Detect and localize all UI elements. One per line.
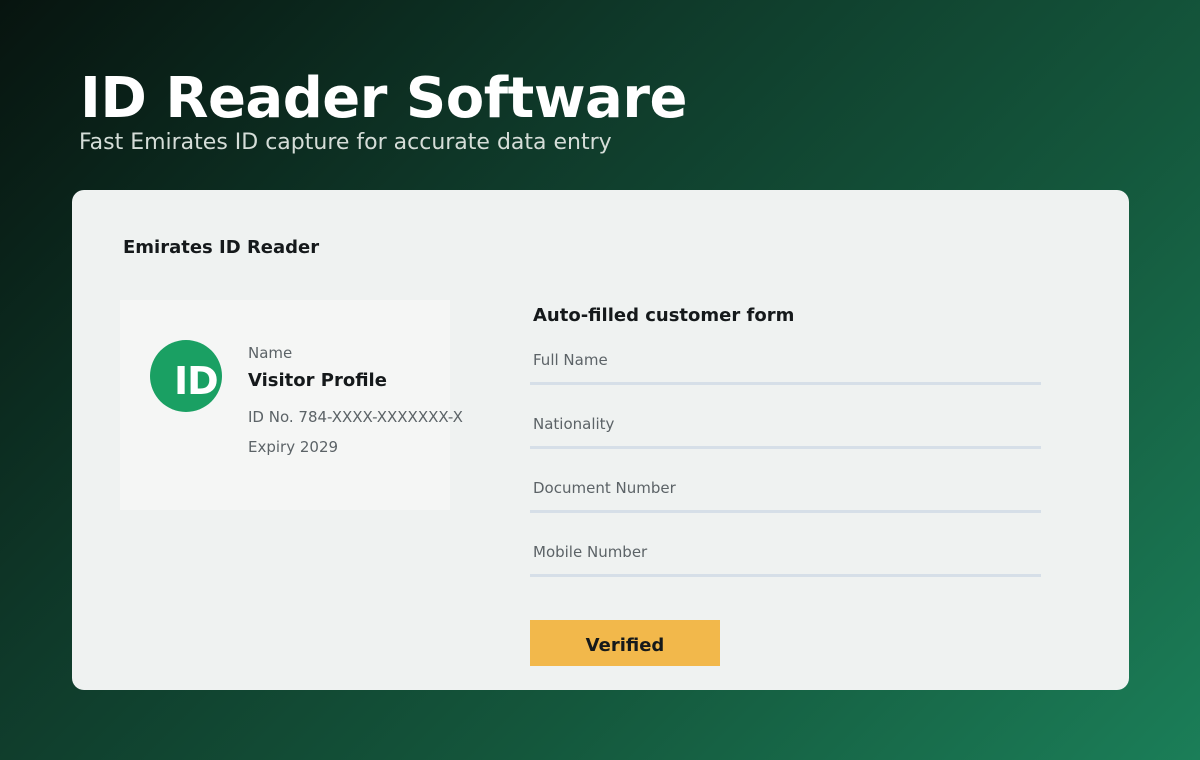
hero-title: ID Reader Software	[80, 66, 687, 131]
mobile-number-field[interactable]: Mobile Number	[530, 537, 1041, 577]
nationality-label: Nationality	[533, 415, 615, 433]
id-reader-panel: Emirates ID Reader ID Name Visitor Profi…	[72, 190, 1129, 690]
id-number: ID No. 784-XXXX-XXXXXXX-X	[248, 408, 463, 426]
full-name-label: Full Name	[533, 351, 608, 369]
nationality-field[interactable]: Nationality	[530, 409, 1041, 449]
verified-button[interactable]: Verified	[530, 620, 720, 666]
id-name-value: Visitor Profile	[248, 370, 387, 391]
full-name-field[interactable]: Full Name	[530, 345, 1041, 385]
panel-title: Emirates ID Reader	[123, 237, 320, 258]
id-card-preview: ID Name Visitor Profile ID No. 784-XXXX-…	[120, 300, 463, 510]
document-number-field[interactable]: Document Number	[530, 473, 1041, 513]
mobile-number-label: Mobile Number	[533, 543, 648, 561]
document-number-label: Document Number	[533, 479, 676, 497]
id-expiry: Expiry 2029	[248, 438, 339, 456]
hero-subtitle: Fast Emirates ID capture for accurate da…	[79, 130, 612, 155]
id-name-label: Name	[248, 344, 293, 362]
id-badge-text: ID	[174, 359, 219, 403]
id-badge-icon: ID	[150, 340, 222, 412]
form-title: Auto-filled customer form	[533, 305, 795, 326]
